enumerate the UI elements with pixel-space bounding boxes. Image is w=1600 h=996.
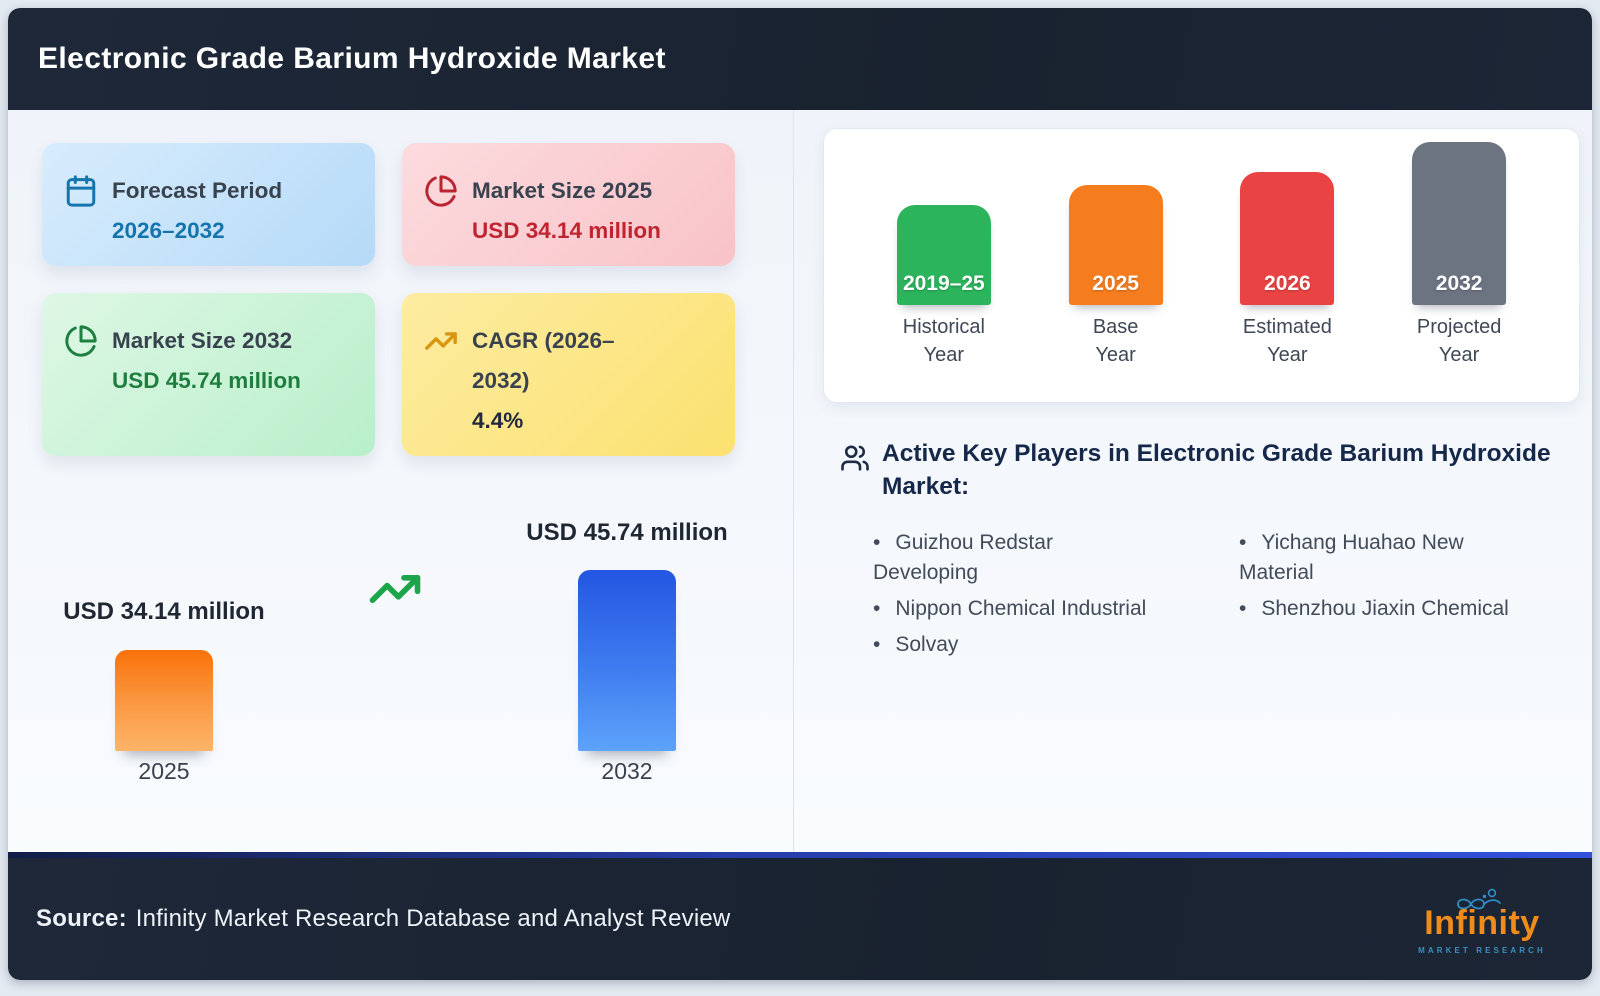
source-label: Source:: [36, 905, 127, 932]
logo-wordmark: Infinity: [1424, 904, 1540, 943]
key-players-heading: Active Key Players in Electronic Grade B…: [882, 440, 1551, 500]
timeline-bar-year: 2025: [1092, 272, 1139, 295]
key-players-column-1: • Guizhou Redstar Developing • Nippon Chem…: [873, 528, 1181, 666]
stat-card-market-size-2025: Market Size 2025 USD 34.14 million: [402, 143, 735, 266]
timeline-column-historical: 2019–25 Historical Year: [858, 205, 1030, 370]
users-icon: [840, 443, 870, 473]
key-players-section: Active Key Players in Electronic Grade B…: [823, 438, 1592, 666]
timeline-bar-estimated: 2026: [1240, 172, 1335, 305]
source-text: Infinity Market Research Database and An…: [135, 905, 731, 932]
timeline-label: Estimated Year: [1242, 316, 1332, 366]
card-title: CAGR (2026–2032): [472, 328, 615, 393]
timeline-bar-year: 2032: [1435, 272, 1483, 295]
growth-arrow-icon: [360, 562, 430, 616]
timeline-bar-year: 2019–25: [902, 272, 985, 295]
card-value: USD 34.14 million: [472, 218, 661, 243]
timeline-bar-projected: 2032: [1412, 142, 1507, 305]
key-player-item: • Solvay: [873, 633, 959, 657]
timeline-label: Historical Year: [902, 316, 985, 366]
card-value: 4.4%: [472, 408, 524, 433]
stat-cards: Forecast Period 2026–2032 Market Size 20…: [8, 110, 793, 456]
main-content: Forecast Period 2026–2032 Market Size 20…: [8, 110, 1592, 852]
bar-value-label-2032: USD 45.74 million: [526, 519, 728, 546]
market-bar-2025: [115, 650, 213, 751]
key-players-column-2: • Yichang Huahao New Material • Shenzhou J…: [1239, 528, 1547, 630]
pie-chart-icon: [64, 324, 98, 358]
timeline-label: Projected Year: [1416, 316, 1502, 366]
header: Electronic Grade Barium Hydroxide Market: [8, 8, 1592, 110]
stat-card-market-size-2032: Market Size 2032 USD 45.74 million: [42, 293, 375, 456]
bullet-icon: •: [1239, 597, 1247, 621]
market-bar-2032: [578, 570, 676, 751]
bullet-icon: •: [873, 597, 881, 621]
source-note: Source: Infinity Market Research Database…: [36, 905, 1398, 933]
footer: Source: Infinity Market Research Database…: [8, 858, 1592, 980]
timeline-bar-base: 2025: [1068, 185, 1163, 305]
card-title: Market Size 2025: [472, 178, 653, 203]
bullet-icon: •: [1239, 531, 1247, 555]
bar-axis-label-2025: 2025: [138, 758, 190, 784]
card-title: Forecast Period: [112, 178, 283, 203]
pie-chart-icon: [424, 174, 458, 208]
bullet-icon: •: [873, 531, 881, 555]
bar-value-label-2025: USD 34.14 million: [63, 598, 265, 625]
card-title: Market Size 2032: [112, 328, 293, 353]
key-player-item: • Shenzhou Jiaxin Chemical: [1239, 597, 1509, 621]
key-player-item: • Nippon Chemical Industrial: [873, 597, 1147, 621]
timeline-column-estimated: 2026 Estimated Year: [1202, 172, 1374, 370]
left-panel: Forecast Period 2026–2032 Market Size 20…: [8, 110, 794, 852]
key-players-list: • Guizhou Redstar Developing • Nippon Chem…: [873, 528, 1592, 666]
stat-card-forecast-period: Forecast Period 2026–2032: [42, 143, 375, 266]
timeline-column-base: 2025 Base Year: [1030, 185, 1202, 370]
key-player-item: • Guizhou Redstar Developing: [873, 531, 1053, 585]
timeline-card: 2019–25 Historical Year 2025 Base Year 2…: [823, 128, 1580, 403]
card-value: 2026–2032: [112, 218, 225, 243]
timeline-bar-historical: 2019–25: [896, 205, 991, 305]
timeline-column-projected: 2032 Projected Year: [1373, 142, 1545, 370]
trend-up-icon: [424, 324, 458, 358]
infographic-page: Electronic Grade Barium Hydroxide Market…: [8, 8, 1592, 980]
key-player-item: • Yichang Huahao New Material: [1239, 531, 1464, 585]
bullet-icon: •: [873, 633, 881, 657]
card-value: USD 45.74 million: [112, 368, 301, 393]
timeline-bar-year: 2026: [1264, 272, 1311, 295]
stat-card-cagr: CAGR (2026–2032) 4.4%: [402, 293, 735, 456]
logo-tagline: MARKET RESEARCH: [1418, 945, 1546, 955]
bar-axis-label-2032: 2032: [601, 758, 653, 784]
right-panel: 2019–25 Historical Year 2025 Base Year 2…: [794, 110, 1592, 852]
calendar-icon: [64, 174, 98, 208]
timeline-label: Base Year: [1092, 316, 1139, 366]
page-title: Electronic Grade Barium Hydroxide Market: [38, 42, 666, 75]
infinity-logo: Infinity MARKET RESEARCH: [1398, 883, 1566, 955]
